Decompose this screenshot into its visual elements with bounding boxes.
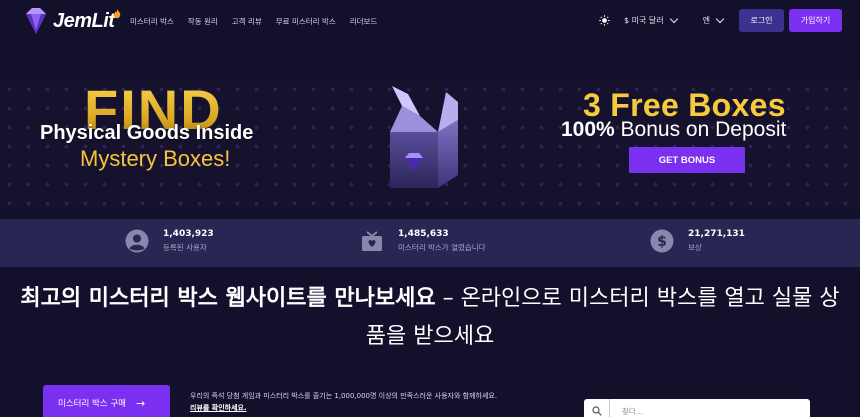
nav-how-it-works[interactable]: 작동 원리 (188, 16, 218, 27)
main-nav: 미스터리 박스 작동 원리 고객 리뷰 무료 미스터리 박스 리더보드 (130, 16, 377, 27)
logo-text: JemLit (53, 9, 115, 32)
stat-label: 미스터리 박스가 열렸습니다 (398, 243, 486, 252)
get-bonus-button[interactable]: GET BONUS (629, 147, 745, 173)
stat-label: 보상 (688, 243, 702, 252)
nav-leaderboard[interactable]: 리더보드 (350, 16, 378, 27)
bonus-percent: 100% (561, 118, 615, 141)
chevron-down-icon (715, 14, 725, 23)
banner-bonus-line: 100% Bonus on Deposit (561, 118, 786, 142)
headline-bold: 최고의 미스터리 박스 웹사이트를 만나보세요 (20, 286, 436, 311)
stat-rewards: $ 21,271,131 보상 (650, 229, 745, 253)
logo[interactable]: JemLit (22, 6, 121, 36)
mystery-box-image (390, 86, 458, 188)
diamond-logo-icon (26, 8, 46, 34)
chevron-down-icon (669, 14, 678, 23)
nav-free-boxes[interactable]: 무료 미스터리 박스 (276, 16, 336, 27)
arrow-right-icon: → (135, 396, 146, 410)
stat-label: 등록된 사용자 (163, 243, 207, 252)
review-link[interactable]: 리뷰를 확인하세요. (190, 403, 247, 413)
login-button[interactable]: 로그인 (739, 9, 784, 32)
search-box (584, 399, 810, 417)
currency-selector[interactable]: $ 미국 달러 (624, 14, 678, 26)
top-header: JemLit 미스터리 박스 작동 원리 고객 리뷰 무료 미스터리 박스 리더… (0, 0, 860, 44)
buy-button-label: 미스터리 박스 구매 (58, 399, 126, 409)
stats-bar: 1,403,923 등록된 사용자 1,485,633 미스터리 박스가 열렸습… (0, 219, 860, 267)
signup-button[interactable]: 가입하기 (789, 9, 842, 32)
currency-label: $ 미국 달러 (624, 16, 664, 25)
stat-value: 1,485,633 (398, 229, 449, 239)
flame-icon (114, 9, 121, 19)
header-actions: $ 미국 달러 엔 로그인 가입하기 (599, 9, 842, 32)
stat-registered-users: 1,403,923 등록된 사용자 (125, 229, 214, 253)
banner-line-2: Mystery Boxes! (80, 146, 231, 171)
bonus-text: Bonus on Deposit (614, 118, 787, 141)
dollar-icon: $ (650, 229, 674, 253)
search-input[interactable] (610, 406, 790, 416)
banner-line-1: Physical Goods Inside (40, 122, 254, 144)
join-description: 우리의 즉석 당첨 게임과 미스터리 박스를 즐기는 1,000,000명 이상… (190, 392, 498, 400)
buy-mystery-box-button[interactable]: 미스터리 박스 구매 → (43, 385, 170, 417)
svg-text:$: $ (657, 234, 667, 250)
gift-box-icon (362, 231, 382, 251)
sun-icon[interactable] (599, 15, 610, 26)
nav-reviews[interactable]: 고객 리뷰 (232, 16, 262, 27)
language-selector[interactable]: 엔 (702, 14, 725, 26)
language-label: 엔 (702, 16, 710, 25)
stat-value: 1,403,923 (163, 229, 214, 239)
nav-mystery-boxes[interactable]: 미스터리 박스 (130, 16, 174, 27)
headline-rest: – 온라인으로 미스터리 박스를 열고 실물 상품을 받으세요 (365, 286, 840, 349)
search-icon[interactable] (584, 399, 610, 417)
page-headline: 최고의 미스터리 박스 웹사이트를 만나보세요 – 온라인으로 미스터리 박스를… (20, 280, 840, 356)
stat-boxes-opened: 1,485,633 미스터리 박스가 열렸습니다 (360, 229, 486, 253)
stat-value: 21,271,131 (688, 229, 745, 239)
user-icon (125, 229, 149, 253)
